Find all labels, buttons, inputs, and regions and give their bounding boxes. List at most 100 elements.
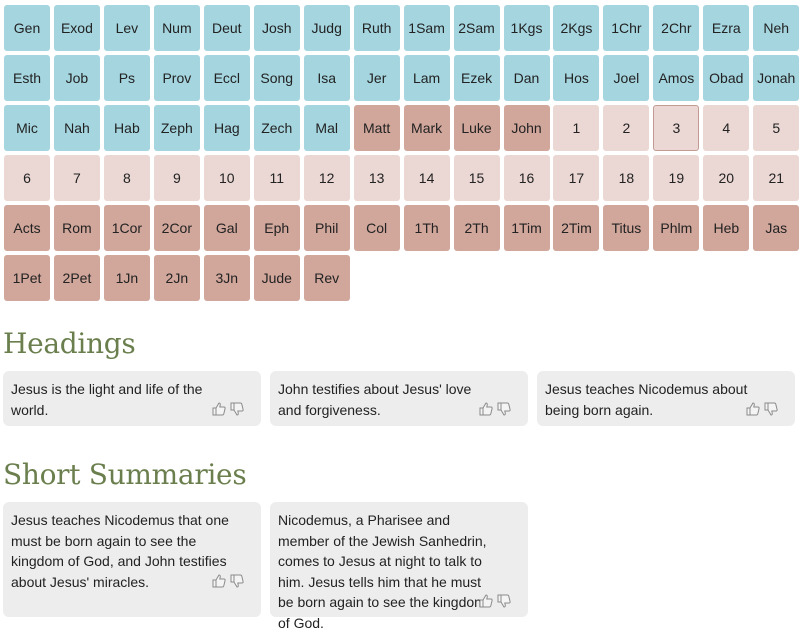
book-tile[interactable]: 1Cor xyxy=(103,205,150,251)
book-tile[interactable]: Hab xyxy=(103,105,150,151)
book-tile[interactable]: 2Kgs xyxy=(553,5,600,51)
chapter-tile[interactable]: 10 xyxy=(203,155,250,201)
heading-card: Jesus teaches Nicodemus about being born… xyxy=(537,371,795,426)
book-tile[interactable]: Ezra xyxy=(703,5,750,51)
book-tile[interactable]: 1Th xyxy=(403,205,450,251)
chapter-tile[interactable]: 7 xyxy=(53,155,100,201)
book-tile[interactable]: 1Chr xyxy=(603,5,650,51)
book-tile[interactable]: Hos xyxy=(553,55,600,101)
book-tile[interactable]: 1Sam xyxy=(403,5,450,51)
book-tile[interactable]: 1Jn xyxy=(103,255,150,301)
book-tile[interactable]: Jonah xyxy=(753,55,800,101)
thumbs-down-icon[interactable] xyxy=(229,573,245,595)
book-tile[interactable]: John xyxy=(503,105,550,151)
book-tile[interactable]: Phil xyxy=(303,205,350,251)
chapter-tile[interactable]: 6 xyxy=(4,155,50,201)
book-tile[interactable]: Phlm xyxy=(653,205,700,251)
book-tile[interactable]: Rev xyxy=(303,255,350,301)
book-tile[interactable]: Col xyxy=(353,205,400,251)
book-tile[interactable]: 1Tim xyxy=(503,205,550,251)
book-tile[interactable]: Amos xyxy=(653,55,700,101)
book-tile[interactable]: Deut xyxy=(203,5,250,51)
chapter-tile[interactable]: 17 xyxy=(553,155,600,201)
book-tile[interactable]: Ruth xyxy=(353,5,400,51)
book-tile[interactable]: Prov xyxy=(153,55,200,101)
book-tile[interactable]: Song xyxy=(253,55,300,101)
chapter-tile-selected[interactable]: 3 xyxy=(653,105,700,151)
book-tile[interactable]: Jer xyxy=(353,55,400,101)
book-tile[interactable]: Josh xyxy=(253,5,300,51)
chapter-tile[interactable]: 11 xyxy=(253,155,300,201)
book-tile[interactable]: Jude xyxy=(253,255,300,301)
book-tile[interactable]: Obad xyxy=(703,55,750,101)
book-tile[interactable]: Eccl xyxy=(203,55,250,101)
heading-card: John testifies about Jesus' love and for… xyxy=(270,371,528,426)
thumbs-up-icon[interactable] xyxy=(211,401,227,423)
book-tile[interactable]: Num xyxy=(153,5,200,51)
chapter-tile[interactable]: 5 xyxy=(753,105,800,151)
book-tile[interactable]: 2Sam xyxy=(453,5,500,51)
chapter-tile[interactable]: 1 xyxy=(553,105,600,151)
thumbs-down-icon[interactable] xyxy=(496,401,512,423)
book-tile[interactable]: Mal xyxy=(303,105,350,151)
book-tile[interactable]: Isa xyxy=(303,55,350,101)
book-tile[interactable]: Neh xyxy=(753,5,800,51)
book-tile[interactable]: Lev xyxy=(103,5,150,51)
book-tile[interactable]: Mark xyxy=(403,105,450,151)
chapter-tile[interactable]: 13 xyxy=(353,155,400,201)
book-tile[interactable]: Mic xyxy=(4,105,50,151)
chapter-tile[interactable]: 8 xyxy=(103,155,150,201)
book-tile[interactable]: 3Jn xyxy=(203,255,250,301)
book-tile[interactable]: Heb xyxy=(703,205,750,251)
chapter-tile[interactable]: 2 xyxy=(603,105,650,151)
book-tile[interactable]: Eph xyxy=(253,205,300,251)
book-tile[interactable]: 2Jn xyxy=(153,255,200,301)
thumbs-up-icon[interactable] xyxy=(211,573,227,595)
book-tile[interactable]: Job xyxy=(53,55,100,101)
thumbs-up-icon[interactable] xyxy=(745,401,761,423)
chapter-tile[interactable]: 19 xyxy=(653,155,700,201)
book-tile[interactable]: Zeph xyxy=(153,105,200,151)
book-tile[interactable]: Lam xyxy=(403,55,450,101)
book-tile[interactable]: Esth xyxy=(4,55,50,101)
summaries-title: Short Summaries xyxy=(3,458,247,491)
book-tile[interactable]: 2Pet xyxy=(53,255,100,301)
book-tile[interactable]: 2Cor xyxy=(153,205,200,251)
book-tile[interactable]: Acts xyxy=(4,205,50,251)
book-tile[interactable]: 1Pet xyxy=(4,255,50,301)
book-tile[interactable]: 2Chr xyxy=(653,5,700,51)
book-tile[interactable]: 1Kgs xyxy=(503,5,550,51)
book-tile[interactable]: Judg xyxy=(303,5,350,51)
thumbs-down-icon[interactable] xyxy=(229,401,245,423)
chapter-tile[interactable]: 14 xyxy=(403,155,450,201)
book-tile[interactable]: 2Tim xyxy=(553,205,600,251)
book-tile[interactable]: Matt xyxy=(353,105,400,151)
book-tile[interactable]: Titus xyxy=(603,205,650,251)
book-tile[interactable]: Rom xyxy=(53,205,100,251)
book-tile[interactable]: Joel xyxy=(603,55,650,101)
book-tile[interactable]: Gal xyxy=(203,205,250,251)
chapter-tile[interactable]: 12 xyxy=(303,155,350,201)
book-tile[interactable]: Nah xyxy=(53,105,100,151)
chapter-tile[interactable]: 15 xyxy=(453,155,500,201)
book-tile[interactable]: Ezek xyxy=(453,55,500,101)
book-tile[interactable]: Zech xyxy=(253,105,300,151)
book-tile[interactable]: Hag xyxy=(203,105,250,151)
book-tile[interactable]: Jas xyxy=(753,205,800,251)
chapter-tile[interactable]: 9 xyxy=(153,155,200,201)
book-tile[interactable]: Ps xyxy=(103,55,150,101)
book-tile[interactable]: Exod xyxy=(53,5,100,51)
book-tile[interactable]: 2Th xyxy=(453,205,500,251)
chapter-tile[interactable]: 4 xyxy=(703,105,750,151)
thumbs-down-icon[interactable] xyxy=(763,401,779,423)
thumbs-up-icon[interactable] xyxy=(478,401,494,423)
chapter-tile[interactable]: 16 xyxy=(503,155,550,201)
book-tile[interactable]: Gen xyxy=(4,5,50,51)
book-tile[interactable]: Dan xyxy=(503,55,550,101)
thumbs-up-icon[interactable] xyxy=(478,593,494,615)
chapter-tile[interactable]: 21 xyxy=(753,155,800,201)
thumbs-down-icon[interactable] xyxy=(496,593,512,615)
chapter-tile[interactable]: 20 xyxy=(703,155,750,201)
book-tile[interactable]: Luke xyxy=(453,105,500,151)
chapter-tile[interactable]: 18 xyxy=(603,155,650,201)
